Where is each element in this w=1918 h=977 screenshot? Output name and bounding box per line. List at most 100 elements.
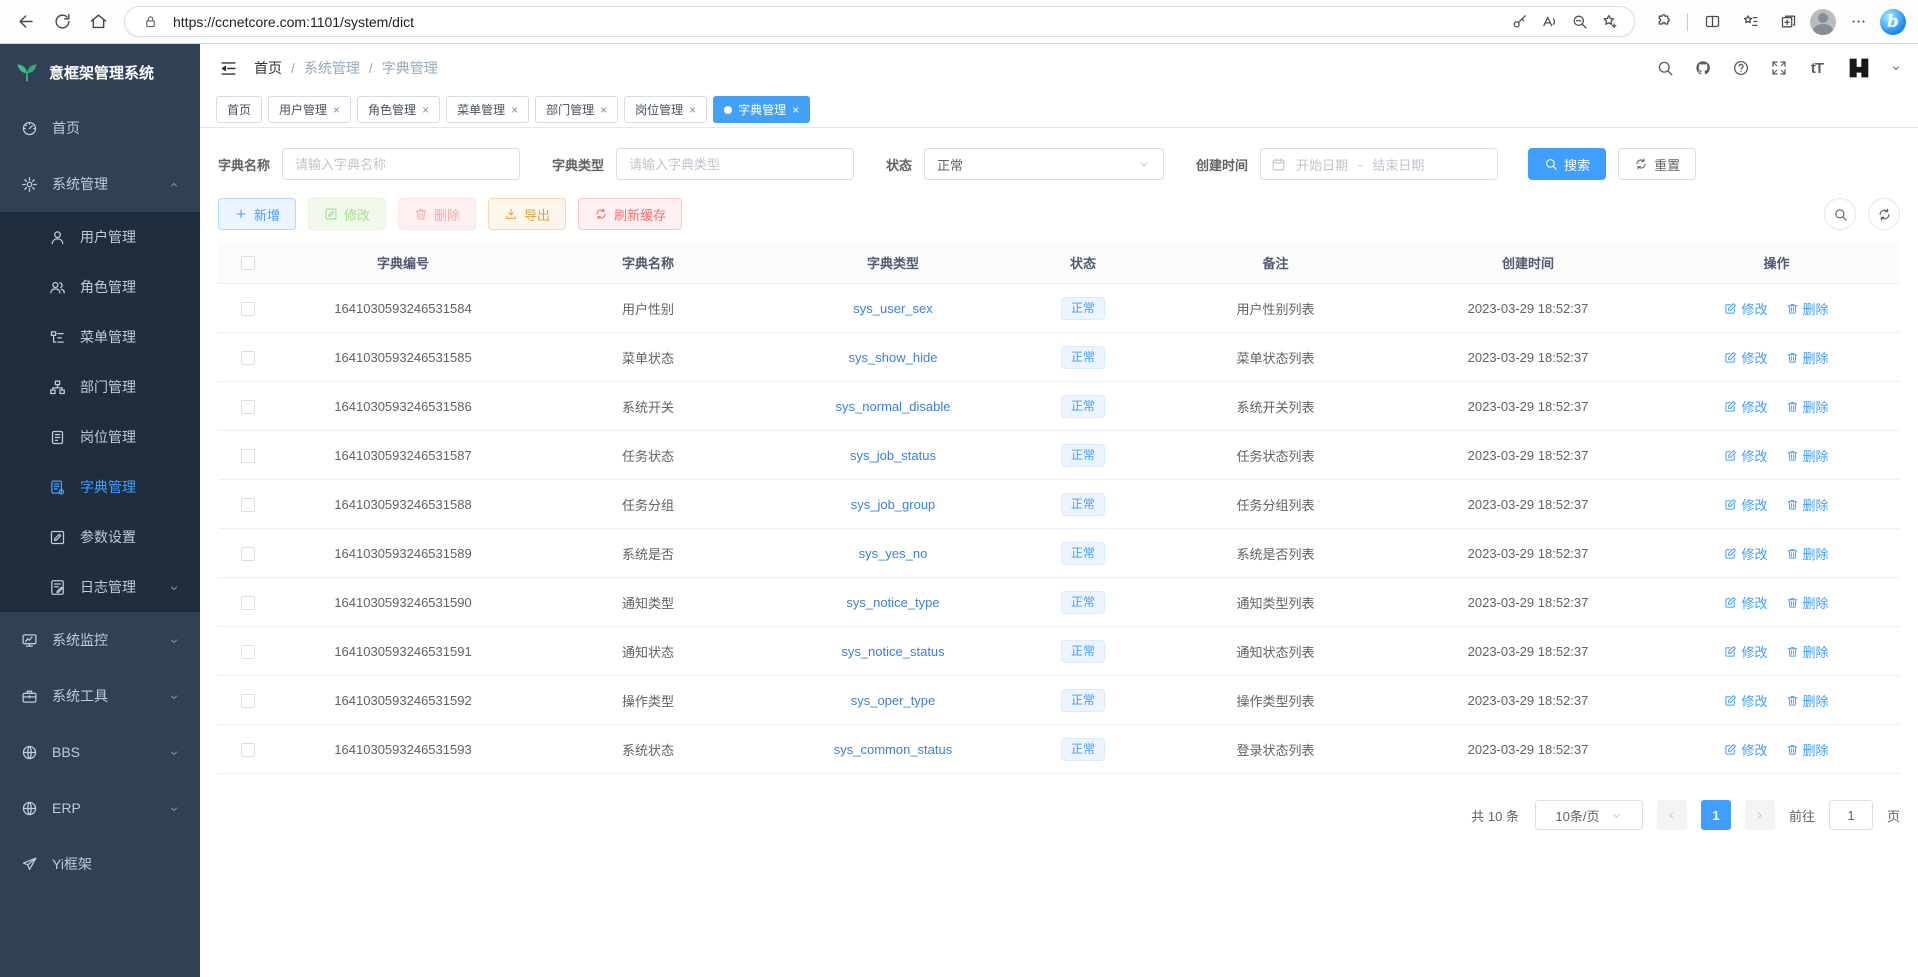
zoom-out-icon[interactable] [1564,8,1594,36]
url-text[interactable]: https://ccnetcore.com:1101/system/dict [173,14,1504,30]
page-size-select[interactable]: 10条/页 [1535,800,1643,830]
dict-type-link[interactable]: sys_notice_status [841,644,944,659]
goto-page-input[interactable] [1829,800,1873,830]
dict-name-input[interactable] [282,148,520,180]
extensions-icon[interactable] [1647,8,1679,36]
address-bar[interactable]: https://ccnetcore.com:1101/system/dict [124,6,1635,37]
current-page-button[interactable]: 1 [1701,800,1731,830]
row-checkbox[interactable] [241,694,255,708]
row-delete-button[interactable]: 删除 [1786,593,1829,612]
sidebar-item-dept-mgmt[interactable]: 部门管理 [0,362,200,412]
search-button[interactable]: 搜索 [1528,148,1606,180]
dict-type-link[interactable]: sys_user_sex [853,301,932,316]
next-page-button[interactable] [1745,800,1775,830]
toggle-search-button[interactable] [1824,198,1856,230]
row-edit-button[interactable]: 修改 [1724,348,1767,367]
sidebar-item-user-mgmt[interactable]: 用户管理 [0,212,200,262]
dict-type-link[interactable]: sys_job_group [851,497,936,512]
refresh-cache-button[interactable]: 刷新缓存 [578,198,682,230]
row-checkbox[interactable] [241,449,255,463]
edit-button[interactable]: 修改 [308,198,386,230]
sidebar-fold-icon[interactable] [216,56,240,80]
dict-type-link[interactable]: sys_common_status [834,742,953,757]
more-icon[interactable] [1842,8,1874,36]
profile-avatar[interactable] [1810,9,1836,35]
row-edit-button[interactable]: 修改 [1724,495,1767,514]
row-edit-button[interactable]: 修改 [1724,299,1767,318]
tab-post-mgmt[interactable]: 岗位管理× [624,96,707,123]
font-size-button[interactable]: tT [1806,57,1828,79]
row-delete-button[interactable]: 删除 [1786,299,1829,318]
tab-dict-mgmt[interactable]: 字典管理× [713,96,810,123]
close-icon[interactable]: × [792,103,799,117]
dict-type-link[interactable]: sys_notice_type [846,595,939,610]
tab-user-mgmt[interactable]: 用户管理× [268,96,351,123]
home-button[interactable] [80,5,116,39]
bing-icon[interactable]: b [1880,9,1906,35]
row-checkbox[interactable] [241,400,255,414]
tab-role-mgmt[interactable]: 角色管理× [357,96,440,123]
add-button[interactable]: 新增 [218,198,296,230]
row-edit-button[interactable]: 修改 [1724,446,1767,465]
chevron-down-icon[interactable] [1890,62,1902,74]
dict-type-link[interactable]: sys_yes_no [859,546,928,561]
row-edit-button[interactable]: 修改 [1724,642,1767,661]
row-delete-button[interactable]: 删除 [1786,348,1829,367]
close-icon[interactable]: × [422,103,429,117]
sidebar-item-erp[interactable]: ERP [0,780,200,836]
breadcrumb-item[interactable]: 首页 [254,58,282,78]
search-button[interactable] [1654,57,1676,79]
sidebar-item-system-mgmt[interactable]: 系统管理 [0,156,200,212]
collections-icon[interactable] [1772,8,1804,36]
refresh-table-button[interactable] [1868,198,1900,230]
fullscreen-button[interactable] [1768,57,1790,79]
sidebar-item-system-monitor[interactable]: 系统监控 [0,612,200,668]
row-delete-button[interactable]: 删除 [1786,642,1829,661]
close-icon[interactable]: × [689,103,696,117]
row-checkbox[interactable] [241,498,255,512]
row-checkbox[interactable] [241,302,255,316]
row-delete-button[interactable]: 删除 [1786,740,1829,759]
row-edit-button[interactable]: 修改 [1724,691,1767,710]
dict-type-link[interactable]: sys_normal_disable [836,399,951,414]
read-aloud-icon[interactable] [1534,8,1564,36]
row-edit-button[interactable]: 修改 [1724,397,1767,416]
row-delete-button[interactable]: 删除 [1786,691,1829,710]
row-delete-button[interactable]: 删除 [1786,544,1829,563]
split-screen-icon[interactable] [1696,8,1728,36]
row-checkbox[interactable] [241,743,255,757]
delete-button[interactable]: 删除 [398,198,476,230]
github-button[interactable] [1692,57,1714,79]
sidebar-item-bbs[interactable]: BBS [0,724,200,780]
back-button[interactable] [8,5,44,39]
row-checkbox[interactable] [241,645,255,659]
prev-page-button[interactable] [1657,800,1687,830]
tab-home[interactable]: 首页 [216,96,262,123]
close-icon[interactable]: × [333,103,340,117]
row-checkbox[interactable] [241,547,255,561]
dict-type-link[interactable]: sys_job_status [850,448,936,463]
sidebar-item-log-mgmt[interactable]: 日志管理 [0,562,200,612]
dict-type-link[interactable]: sys_oper_type [851,693,936,708]
app-logo[interactable]: 意框架管理系统 [0,44,200,100]
sidebar-item-menu-mgmt[interactable]: 菜单管理 [0,312,200,362]
row-delete-button[interactable]: 删除 [1786,446,1829,465]
sidebar-item-role-mgmt[interactable]: 角色管理 [0,262,200,312]
sidebar-item-system-tools[interactable]: 系统工具 [0,668,200,724]
key-icon[interactable] [1504,8,1534,36]
close-icon[interactable]: × [511,103,518,117]
sidebar-item-param-settings[interactable]: 参数设置 [0,512,200,562]
reset-button[interactable]: 重置 [1618,148,1696,180]
row-edit-button[interactable]: 修改 [1724,544,1767,563]
row-edit-button[interactable]: 修改 [1724,593,1767,612]
help-button[interactable] [1730,57,1752,79]
favorite-add-icon[interactable] [1594,8,1624,36]
select-all-checkbox[interactable] [241,256,255,270]
dict-type-link[interactable]: sys_show_hide [849,350,938,365]
status-select[interactable]: 正常 [924,148,1164,180]
row-edit-button[interactable]: 修改 [1724,740,1767,759]
sidebar-item-dict-mgmt[interactable]: 字典管理 [0,462,200,512]
sidebar-item-home[interactable]: 首页 [0,100,200,156]
dict-type-input[interactable] [616,148,854,180]
user-avatar[interactable] [1844,53,1874,83]
